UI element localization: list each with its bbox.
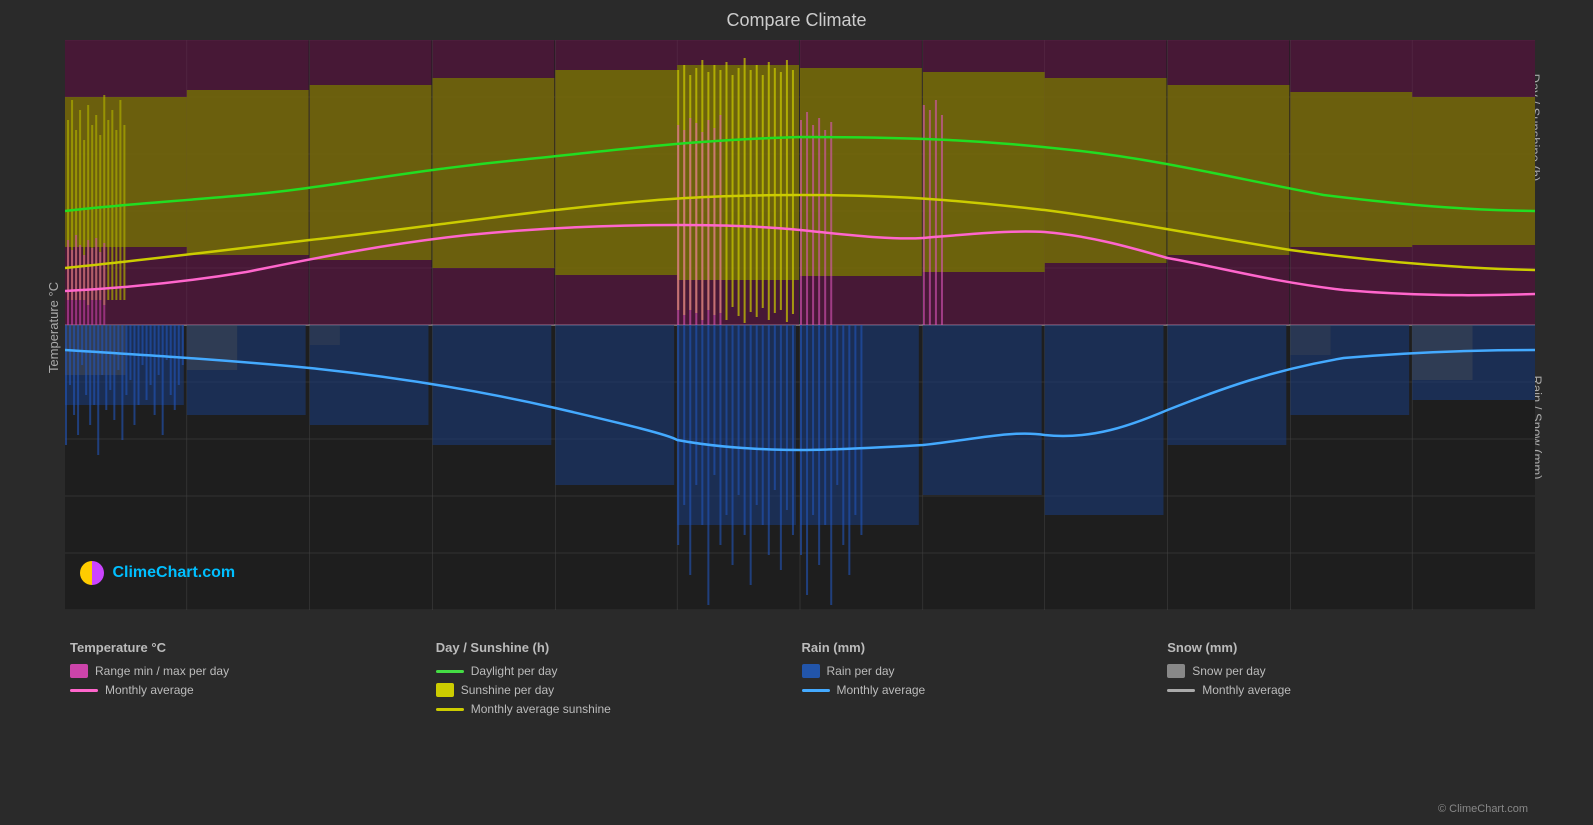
legend-col-snow: Snow (mm) Snow per day Monthly average bbox=[1167, 640, 1533, 810]
legend-rain-title: Rain (mm) bbox=[802, 640, 1168, 655]
sunshine-avg-label: Monthly average sunshine bbox=[471, 702, 611, 716]
snow-avg-line bbox=[1167, 689, 1195, 692]
legend-sunshine-swatch: Sunshine per day bbox=[436, 683, 802, 697]
chart-container: 50 40 30 20 10 0 -10 -20 -30 -40 -50 24 … bbox=[65, 40, 1535, 610]
rain-swatch bbox=[802, 664, 820, 678]
legend-area: Temperature °C Range min / max per day M… bbox=[70, 640, 1533, 810]
chart-svg: 50 40 30 20 10 0 -10 -20 -30 -40 -50 24 … bbox=[65, 40, 1535, 610]
rain-swatch-label: Rain per day bbox=[827, 664, 895, 678]
legend-sunshine-avg: Monthly average sunshine bbox=[436, 702, 802, 716]
legend-col-sunshine: Day / Sunshine (h) Daylight per day Suns… bbox=[436, 640, 802, 810]
logo-bottom-text: ClimeChart.com bbox=[112, 564, 235, 581]
page-container: Compare Climate Yokohama Yokohama ClimeC… bbox=[0, 0, 1593, 825]
legend-temp-title: Temperature °C bbox=[70, 640, 436, 655]
sunshine-swatch bbox=[436, 683, 454, 697]
snow-swatch bbox=[1167, 664, 1185, 678]
snow-avg-label: Monthly average bbox=[1202, 683, 1291, 697]
legend-snow-avg: Monthly average bbox=[1167, 683, 1533, 697]
rain-avg-line bbox=[802, 689, 830, 692]
daylight-line bbox=[436, 670, 464, 673]
page-title: Compare Climate bbox=[0, 0, 1593, 35]
legend-col-rain: Rain (mm) Rain per day Monthly average bbox=[802, 640, 1168, 810]
legend-temp-range: Range min / max per day bbox=[70, 664, 436, 678]
legend-rain-avg: Monthly average bbox=[802, 683, 1168, 697]
legend-sunshine-title: Day / Sunshine (h) bbox=[436, 640, 802, 655]
temp-avg-line bbox=[70, 689, 98, 692]
logo-circle-bottom-icon bbox=[80, 561, 104, 585]
logo-bottom-left: ClimeChart.com bbox=[80, 561, 235, 585]
legend-snow-swatch: Snow per day bbox=[1167, 664, 1533, 678]
daylight-label: Daylight per day bbox=[471, 664, 558, 678]
sunshine-swatch-label: Sunshine per day bbox=[461, 683, 554, 697]
snow-swatch-label: Snow per day bbox=[1192, 664, 1265, 678]
legend-daylight: Daylight per day bbox=[436, 664, 802, 678]
temp-avg-label: Monthly average bbox=[105, 683, 194, 697]
copyright: © ClimeChart.com bbox=[1438, 803, 1528, 815]
legend-rain-swatch: Rain per day bbox=[802, 664, 1168, 678]
rain-avg-label: Monthly average bbox=[837, 683, 926, 697]
sunshine-avg-line bbox=[436, 708, 464, 711]
left-axis-label: Temperature °C bbox=[46, 282, 61, 373]
temp-range-label: Range min / max per day bbox=[95, 664, 229, 678]
temp-range-swatch bbox=[70, 664, 88, 678]
legend-snow-title: Snow (mm) bbox=[1167, 640, 1533, 655]
legend-col-temperature: Temperature °C Range min / max per day M… bbox=[70, 640, 436, 810]
legend-temp-avg: Monthly average bbox=[70, 683, 436, 697]
